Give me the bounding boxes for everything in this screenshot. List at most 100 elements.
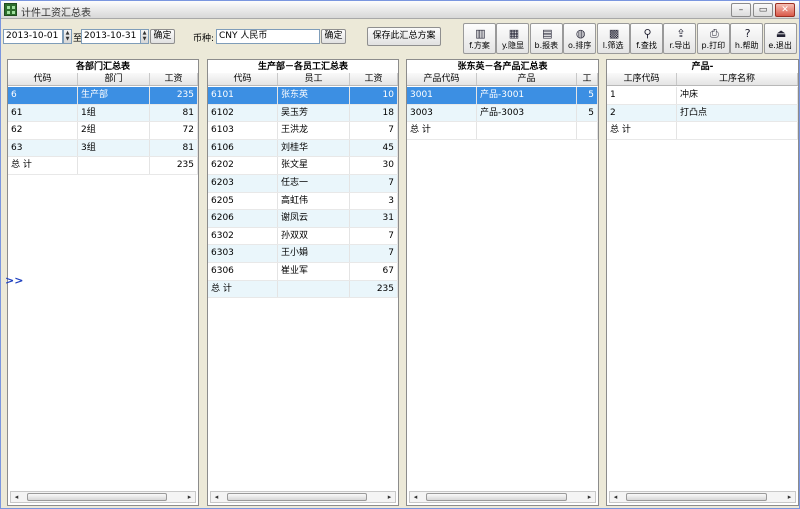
table-row[interactable]: 1 冲床 (607, 87, 798, 105)
sort-tool-button[interactable]: ◍ o.排序 (563, 23, 597, 54)
table-row[interactable]: 63 3组 81 (8, 139, 198, 158)
date-from-input[interactable]: 2013-10-01 (3, 29, 63, 44)
table-cell (78, 157, 150, 174)
column-header[interactable]: 产品代码 (407, 73, 477, 85)
table-row[interactable]: 6106 刘桂华 45 (208, 139, 398, 158)
table-row[interactable]: 6102 吴玉芳 18 (208, 104, 398, 123)
printer-tool-button[interactable]: ⎙ p.打印 (696, 23, 730, 54)
table-cell: 67 (350, 262, 398, 280)
table-cell: 6205 (208, 192, 278, 210)
column-header[interactable]: 工资 (150, 73, 198, 85)
scroll-thumb[interactable] (426, 493, 567, 501)
table-cell: 63 (8, 139, 78, 157)
table-cell: 6203 (208, 174, 278, 192)
table-row[interactable]: 6203 任志一 7 (208, 174, 398, 193)
column-header[interactable]: 工序代码 (607, 73, 677, 85)
tool-button-label: r.导出 (669, 41, 691, 50)
table-cell: 7 (350, 122, 398, 139)
table-header: 代码 员工 工资 (208, 73, 398, 86)
table-cell: 6102 (208, 104, 278, 122)
toolbar: 2013-10-01 ▲ ▼ 至 2013-10-31 ▲ ▼ 确定 币种: CNY… (1, 20, 799, 54)
table-cell: 5 (577, 87, 598, 104)
horizontal-scrollbar[interactable]: ◂ ▸ (210, 491, 396, 503)
scroll-left-icon[interactable]: ◂ (610, 492, 621, 502)
help-tool-button[interactable]: ? h.帮助 (730, 23, 764, 54)
table-row[interactable]: 6 生产部 235 (8, 87, 198, 105)
minimize-button[interactable]: – (731, 3, 751, 17)
table-row[interactable]: 3003 产品-3003 5 (407, 104, 598, 123)
table-row[interactable]: 61 1组 81 (8, 104, 198, 123)
close-button[interactable]: ✕ (775, 3, 795, 17)
confirm-date-button[interactable]: 确定 (150, 29, 175, 44)
date-from-spinner[interactable]: ▲ ▼ (63, 29, 72, 44)
tool-button-label: f.方案 (469, 41, 490, 50)
table-row[interactable]: 总 计 (607, 122, 798, 140)
confirm-currency-button[interactable]: 确定 (321, 29, 346, 44)
column-header[interactable]: 工序名称 (677, 73, 798, 85)
scroll-thumb[interactable] (227, 493, 367, 501)
date-to-input[interactable]: 2013-10-31 (81, 29, 141, 44)
column-header[interactable]: 工资 (350, 73, 398, 85)
table-cell: 王小娟 (278, 245, 350, 262)
column-header[interactable]: 代码 (8, 73, 78, 85)
date-to-spinner[interactable]: ▲ ▼ (140, 29, 149, 44)
column-header[interactable]: 员工 (278, 73, 350, 85)
table-row[interactable]: 6306 崔业军 67 (208, 262, 398, 281)
column-header[interactable]: 工 (577, 73, 598, 85)
scroll-right-icon[interactable]: ▸ (784, 492, 795, 502)
table-row[interactable]: 6206 谢凤云 31 (208, 210, 398, 228)
table-row[interactable]: 2 打凸点 (607, 104, 798, 123)
table-row[interactable]: 总 计 235 (8, 157, 198, 175)
table-cell: 打凸点 (677, 104, 798, 122)
table-row[interactable]: 6303 王小娟 7 (208, 245, 398, 263)
column-header[interactable]: 产品 (477, 73, 577, 85)
column-header[interactable]: 代码 (208, 73, 278, 85)
tool-button-label: p.打印 (701, 41, 726, 50)
exit-icon: ⏏ (775, 27, 787, 40)
currency-select[interactable]: CNY 人民币 (216, 29, 320, 44)
scroll-left-icon[interactable]: ◂ (211, 492, 222, 502)
scroll-right-icon[interactable]: ▸ (184, 492, 195, 502)
scroll-left-icon[interactable]: ◂ (11, 492, 22, 502)
table-row[interactable]: 6202 张文星 30 (208, 157, 398, 175)
scroll-right-icon[interactable]: ▸ (384, 492, 395, 502)
table-cell: 王洪龙 (278, 122, 350, 139)
table-header: 代码 部门 工资 (8, 73, 198, 86)
restore-button[interactable]: ▭ (753, 3, 773, 17)
table-cell: 产品-3001 (477, 87, 577, 104)
table-cell: 6106 (208, 139, 278, 157)
plan-tool-button[interactable]: ▥ f.方案 (463, 23, 496, 54)
table-body: 6101 张东英 10 6102 吴玉芳 18 6103 王洪龙 7 6106 刘桂华 45 6202 张… (208, 87, 398, 299)
table-row[interactable]: 总 计 (407, 122, 598, 140)
table-row[interactable]: 6302 孙双双 7 (208, 227, 398, 246)
tool-button-label: h.帮助 (734, 41, 759, 50)
table-row[interactable]: 3001 产品-3001 5 (407, 87, 598, 105)
scroll-left-icon[interactable]: ◂ (410, 492, 421, 502)
table-cell: 6303 (208, 245, 278, 262)
horizontal-scrollbar[interactable]: ◂ ▸ (609, 491, 796, 503)
table-row[interactable]: 62 2组 72 (8, 122, 198, 140)
scroll-thumb[interactable] (27, 493, 167, 501)
export-tool-button[interactable]: ⇪ r.导出 (663, 23, 697, 54)
table-row[interactable]: 6101 张东英 10 (208, 87, 398, 105)
exit-tool-button[interactable]: ⏏ e.退出 (763, 23, 797, 54)
table-cell: 谢凤云 (278, 210, 350, 227)
columns-tool-button[interactable]: ▦ y.隐显 (496, 23, 530, 54)
title-bar[interactable]: 计件工资汇总表 – ▭ ✕ (1, 1, 799, 19)
scroll-thumb[interactable] (626, 493, 767, 501)
save-plan-button[interactable]: 保存此汇总方案 (367, 27, 441, 46)
tool-button-label: f.查找 (636, 41, 657, 50)
horizontal-scrollbar[interactable]: ◂ ▸ (409, 491, 596, 503)
horizontal-scrollbar[interactable]: ◂ ▸ (10, 491, 196, 503)
table-cell: 生产部 (78, 87, 150, 104)
column-header[interactable]: 部门 (78, 73, 150, 85)
table-cell: 孙双双 (278, 227, 350, 245)
scroll-right-icon[interactable]: ▸ (584, 492, 595, 502)
report-tool-button[interactable]: ▤ b.报表 (529, 23, 563, 54)
table-row[interactable]: 总 计 235 (208, 280, 398, 299)
expand-panels-button[interactable]: >> (5, 274, 23, 287)
table-row[interactable]: 6205 高虹伟 3 (208, 192, 398, 211)
filter-tool-button[interactable]: ▩ l.筛选 (596, 23, 630, 54)
binoculars-tool-button[interactable]: ⚲ f.查找 (630, 23, 663, 54)
table-row[interactable]: 6103 王洪龙 7 (208, 122, 398, 140)
